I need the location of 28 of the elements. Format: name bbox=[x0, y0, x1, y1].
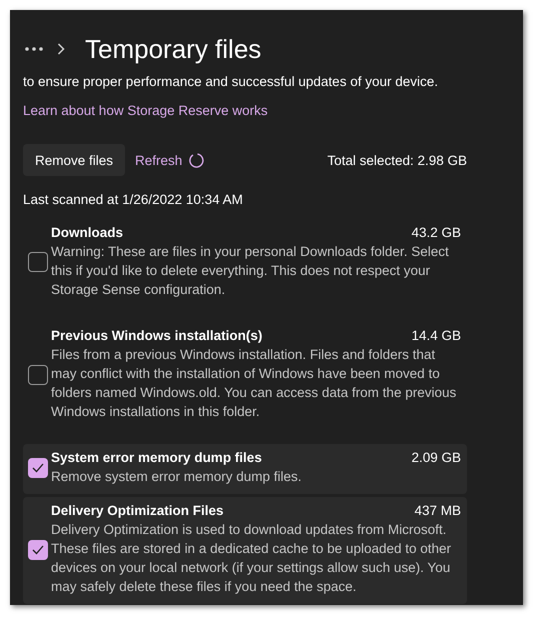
category-size: 14.4 GB bbox=[411, 328, 461, 343]
checkbox[interactable] bbox=[28, 458, 48, 478]
intro-text: to ensure proper performance and successful updates of your device. bbox=[23, 74, 439, 89]
checkbox[interactable] bbox=[28, 364, 48, 384]
category-size: 2.09 GB bbox=[411, 450, 461, 465]
refresh-button[interactable]: Refresh bbox=[131, 150, 210, 170]
category-name: System error memory dump files bbox=[51, 450, 262, 465]
last-scanned-text: Last scanned at 1/26/2022 10:34 AM bbox=[23, 192, 244, 207]
category-description: Delivery Optimization is used to download updates from Microsoft. These files are stored in a dedicated cache to be uploaded to other devices on your local network (if your settings allow such use). You may safely delete these files if you need the space. bbox=[51, 521, 452, 596]
category-description: Remove system error memory dump files. bbox=[51, 468, 303, 486]
checkmark-icon bbox=[32, 544, 44, 554]
remove-files-button[interactable]: Remove files bbox=[23, 144, 126, 176]
category-description: Warning: These are files in your personal Downloads folder. Select this if you'd like to delete everything. This does not respect your Storage Sense configuration. bbox=[51, 243, 450, 299]
checkbox[interactable] bbox=[28, 540, 48, 560]
storage-reserve-link[interactable]: Learn about how Storage Reserve works bbox=[23, 103, 268, 118]
page-title: Temporary files bbox=[85, 34, 262, 64]
category-name: Delivery Optimization Files bbox=[51, 503, 224, 518]
total-selected: Total selected: 2.98 GB bbox=[327, 152, 467, 168]
category-size: 437 MB bbox=[414, 503, 461, 518]
checkbox[interactable] bbox=[28, 252, 48, 272]
refresh-icon bbox=[188, 152, 206, 168]
category-description: Files from a previous Windows installation. Files and folders that may conflict with the installation of Windows have been moved to folders named Windows.old. You can access data from the previous Windows installations in this folder. bbox=[51, 346, 458, 421]
checkmark-icon bbox=[32, 463, 44, 473]
chevron-icon bbox=[57, 43, 65, 55]
category-name: Downloads bbox=[51, 225, 124, 240]
category-size: 43.2 GB bbox=[411, 225, 461, 240]
more-icon[interactable] bbox=[25, 47, 43, 51]
category-name: Previous Windows installation(s) bbox=[51, 328, 262, 343]
